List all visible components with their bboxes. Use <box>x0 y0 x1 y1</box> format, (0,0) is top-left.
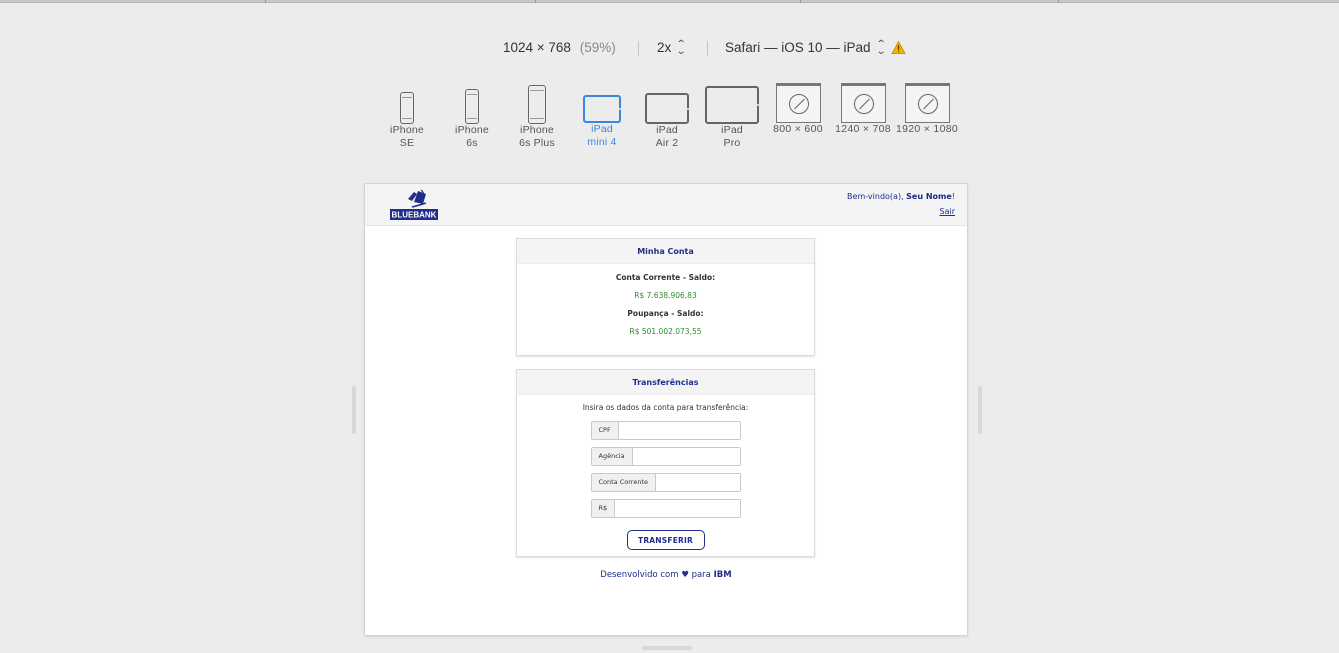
conta-corrente-addon: Conta Corrente <box>591 474 657 491</box>
ipad-icon <box>645 93 689 124</box>
savings-label: Poupança - Saldo: <box>627 309 704 318</box>
bluebank-logo[interactable]: BLUEBANK <box>390 189 438 221</box>
resize-handle-right[interactable] <box>978 386 982 434</box>
transfer-card-title: Transferências <box>517 370 814 395</box>
resolution-label: 1240 × 708 <box>835 123 891 135</box>
account-card-title: Minha Conta <box>517 239 814 264</box>
responsive-toolbar: 1024 × 768 (59%) 2x ⌃ ⌄ Safari — iOS 10 — … <box>0 40 1339 58</box>
scale-value: 2x <box>657 40 672 55</box>
dimensions-text[interactable]: 1024 × 768 <box>503 40 571 55</box>
agencia-input[interactable] <box>632 448 740 465</box>
toolbar-divider <box>707 41 708 56</box>
browser-window-icon <box>904 83 950 123</box>
agencia-input-group: Agência <box>590 447 741 466</box>
scale-select[interactable]: 2x ⌃ ⌄ <box>657 39 687 58</box>
footer-prefix: Desenvolvido com <box>600 570 679 580</box>
cpf-addon: CPF <box>591 422 619 439</box>
safari-compass-icon <box>788 94 809 114</box>
device-label: iPad <box>656 124 678 136</box>
site-header: BLUEBANK Bem-vindo(a), Seu Nome! Sair <box>365 184 967 226</box>
welcome-prefix: Bem-vindo(a), <box>847 192 904 201</box>
agencia-addon: Agência <box>591 448 633 465</box>
transfer-card: Transferências Insira os dados da conta … <box>516 369 815 557</box>
device-label: iPad <box>591 123 613 135</box>
environment-select[interactable]: Safari — iOS 10 — iPad ⌃ ⌄ <box>725 39 887 58</box>
ipad-icon <box>583 95 621 123</box>
iphone-icon <box>528 85 546 124</box>
device-label: iPhone <box>455 124 489 136</box>
device-ipad-mini-4[interactable]: iPad mini 4 <box>571 84 633 149</box>
iphone-icon <box>400 92 414 124</box>
ipad-icon <box>705 86 759 124</box>
resolution-label: 1920 × 1080 <box>896 123 958 135</box>
conta-corrente-input[interactable] <box>656 474 740 491</box>
device-label: Air 2 <box>655 137 679 149</box>
page-viewport: BLUEBANK Bem-vindo(a), Seu Nome! Sair Mi… <box>365 184 967 635</box>
device-iphone-se[interactable]: iPhone SE <box>376 84 438 150</box>
checking-label: Conta Corrente - Saldo: <box>615 273 716 282</box>
transfer-intro: Insira os dados da conta para transferên… <box>582 403 749 412</box>
amount-input-group: R$ <box>590 499 741 518</box>
resolution-label: 800 × 600 <box>773 123 823 135</box>
device-label: Pro <box>723 137 741 149</box>
welcome-message: Bem-vindo(a), Seu Nome! <box>847 192 955 201</box>
device-label: SE <box>399 137 415 149</box>
zoom-percent: (59%) <box>579 40 616 55</box>
transfer-button[interactable]: TRANSFERIR <box>626 530 705 550</box>
device-ipad-air-2[interactable]: iPad Air 2 <box>636 84 698 150</box>
environment-value: Safari — iOS 10 — iPad <box>725 40 871 55</box>
browser-window-icon <box>775 83 821 123</box>
toolbar-divider <box>638 41 639 56</box>
resize-handle-left[interactable] <box>352 386 356 434</box>
device-ipad-pro[interactable]: iPad Pro <box>701 84 763 150</box>
savings-balance: R$ 501.002.073,55 <box>629 327 702 336</box>
device-label: 6s <box>466 137 478 149</box>
amount-addon: R$ <box>591 500 616 517</box>
user-name: Seu Nome <box>906 192 952 201</box>
amount-input[interactable] <box>615 500 740 517</box>
preset-800x600[interactable]: 800 × 600 <box>766 83 830 135</box>
device-label: mini 4 <box>587 136 617 148</box>
cpf-input[interactable] <box>618 422 740 439</box>
resize-handle-bottom[interactable] <box>642 646 692 650</box>
cpf-input-group: CPF <box>590 421 741 440</box>
device-label: iPhone <box>390 124 424 136</box>
welcome-suffix: ! <box>951 192 955 201</box>
viewport-dimensions[interactable]: 1024 × 768 (59%) <box>503 40 616 55</box>
updown-chevron-icon: ⌃ ⌄ <box>875 39 887 58</box>
device-label: iPhone <box>520 124 554 136</box>
device-iphone-6s[interactable]: iPhone 6s <box>441 84 503 150</box>
device-label: 6s Plus <box>519 137 555 149</box>
updown-chevron-icon: ⌃ ⌄ <box>676 39 687 58</box>
preset-1240x708[interactable]: 1240 × 708 <box>831 83 895 135</box>
device-label: iPad <box>721 124 743 136</box>
warning-icon[interactable] <box>891 40 906 55</box>
footer-brand: IBM <box>713 570 732 580</box>
safari-compass-icon <box>917 94 938 114</box>
account-card: Minha Conta Conta Corrente - Saldo: R$ 7… <box>516 238 815 356</box>
iphone-icon <box>465 89 479 124</box>
window-top-strip <box>0 0 1339 3</box>
safari-compass-icon <box>853 94 874 114</box>
svg-text:BLUEBANK: BLUEBANK <box>392 211 437 220</box>
heart-icon: ♥ <box>681 570 689 580</box>
device-iphone-6s-plus[interactable]: iPhone 6s Plus <box>506 84 568 150</box>
preset-1920x1080[interactable]: 1920 × 1080 <box>894 83 960 135</box>
conta-corrente-input-group: Conta Corrente <box>590 473 741 492</box>
footer-middle: para <box>691 570 711 580</box>
site-footer: Desenvolvido com ♥ para IBM <box>365 570 967 580</box>
browser-window-icon <box>840 83 886 123</box>
checking-balance: R$ 7.638.906,83 <box>634 291 697 300</box>
logout-link[interactable]: Sair <box>940 207 956 216</box>
